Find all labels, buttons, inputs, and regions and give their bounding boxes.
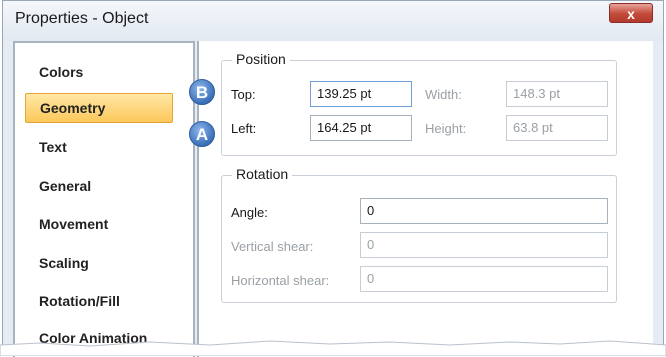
position-legend: Position [232,51,290,67]
close-button[interactable]: x [609,3,653,23]
rotation-group: Rotation Angle: 0 Vertical shear: 0 Hori… [221,166,617,303]
height-label: Height: [425,121,467,136]
sidebar-item-text[interactable]: Text [25,132,173,162]
sidebar-item-rotation-fill[interactable]: Rotation/Fill [25,286,173,316]
horizontal-shear-input[interactable]: 0 [360,266,608,292]
horizontal-shear-label: Horizontal shear: [231,273,330,288]
sidebar-item-scaling[interactable]: Scaling [25,248,173,278]
dialog-content: Colors Geometry Text General Movement Sc… [13,41,653,357]
sidebar-item-colors[interactable]: Colors [25,57,173,87]
sidebar-item-geometry[interactable]: Geometry [25,93,173,123]
width-label: Width: [425,87,462,102]
torn-edge-decoration [0,340,666,356]
geometry-panel: Position Top: 139.25 pt Width: 148.3 pt … [197,41,653,357]
sidebar-item-general[interactable]: General [25,171,173,201]
position-group: Position Top: 139.25 pt Width: 148.3 pt … [221,51,617,156]
title-bar: Properties - Object x [3,1,663,41]
height-input[interactable]: 63.8 pt [506,115,608,141]
left-input[interactable]: 164.25 pt [310,115,412,141]
callout-b-badge: B [189,79,215,105]
window-title: Properties - Object [15,10,149,27]
rotation-legend: Rotation [232,166,293,182]
angle-label: Angle: [231,205,268,220]
top-input[interactable]: 139.25 pt [310,81,412,107]
left-label: Left: [231,121,257,136]
top-label: Top: [231,87,256,102]
angle-input[interactable]: 0 [360,198,608,224]
sidebar-item-movement[interactable]: Movement [25,209,173,239]
properties-window: Properties - Object x Colors Geometry Te… [2,0,664,357]
callout-a-badge: A [189,121,215,147]
vertical-shear-input[interactable]: 0 [360,232,608,258]
category-list: Colors Geometry Text General Movement Sc… [13,41,195,357]
vertical-shear-label: Vertical shear: [231,239,314,254]
width-input[interactable]: 148.3 pt [506,81,608,107]
